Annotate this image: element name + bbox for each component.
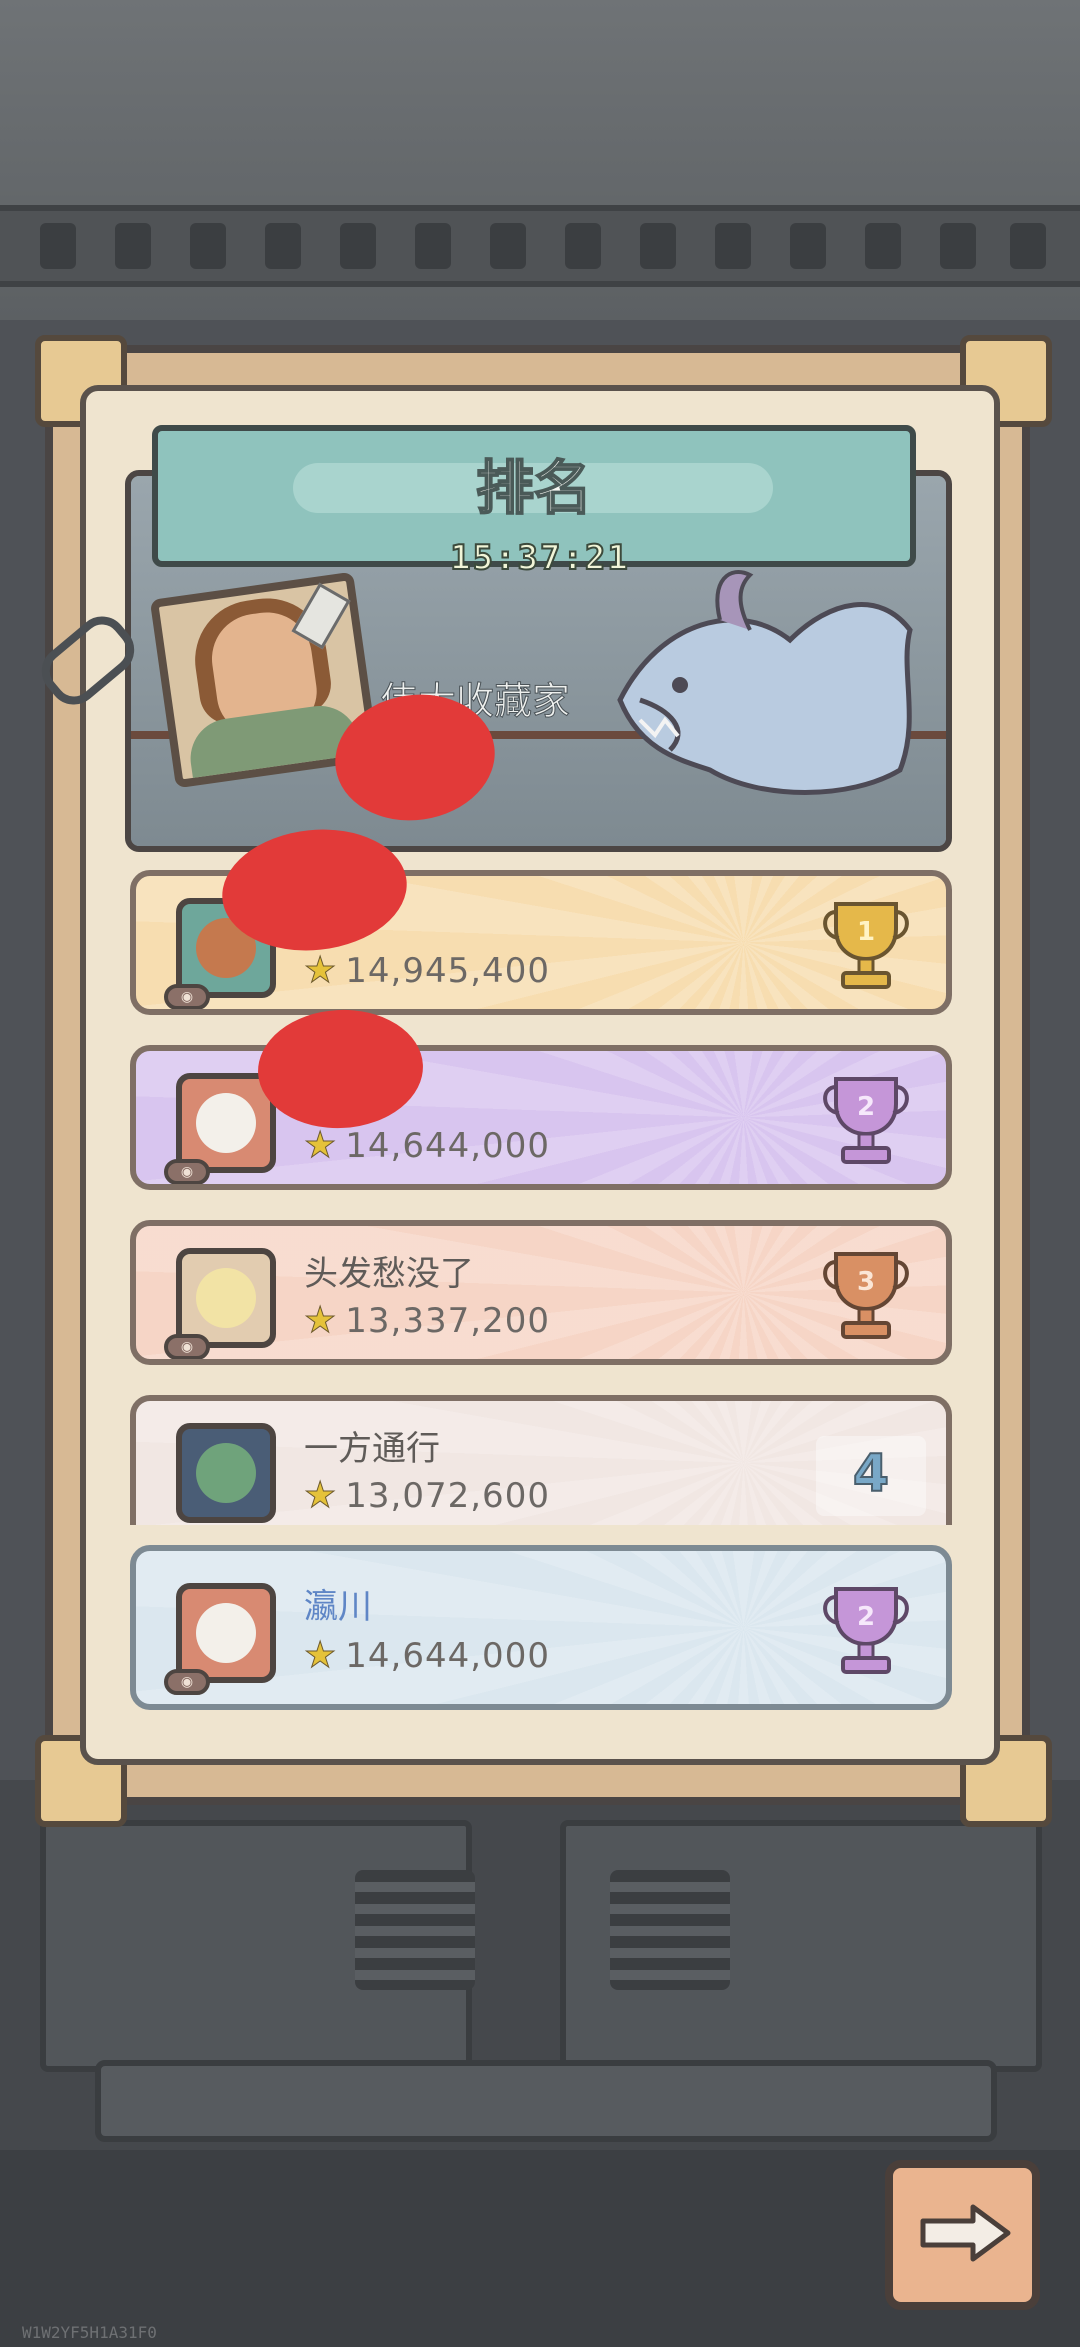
page-title: 排名 [475,453,593,523]
rank-number: 4 [852,1443,890,1505]
watermark: W1W2YF5H1A31F0 [22,2323,157,2342]
star-icon: ★ [303,1475,338,1517]
view-icon[interactable]: ◉ [164,1159,210,1184]
bronze-trophy-icon: 3 [823,1252,909,1339]
rank-number: 2 [857,1602,875,1632]
background-vent [355,1870,475,1990]
view-icon[interactable]: ◉ [164,1334,210,1359]
score-value: 14,945,400 [345,951,550,991]
gold-trophy-icon: 1 [823,902,909,989]
player-avatar[interactable] [176,1423,276,1523]
dragon-illustration [617,570,913,795]
star-icon: ★ [303,950,338,992]
view-icon[interactable]: ◉ [164,984,210,1009]
background-shelf [0,205,1080,287]
my-ranking-row[interactable]: ◉ 瀛川 ★ 14,644,000 2 [130,1545,952,1710]
rank-number: 1 [857,917,875,947]
player-score: ★ 14,644,000 [303,1125,550,1167]
star-icon: ★ [303,1300,338,1342]
background-rail [95,2060,997,2142]
player-score: ★ 13,072,600 [303,1475,550,1517]
player-avatar[interactable] [176,1583,276,1683]
star-icon: ★ [303,1635,338,1677]
purple-trophy-icon: 2 [823,1077,909,1164]
score-value: 13,072,600 [345,1476,550,1516]
player-name: 头发愁没了 [304,1254,474,1294]
background-vent [610,1870,730,1990]
view-icon[interactable]: ◉ [164,1669,210,1695]
ranking-row-3[interactable]: ◉ 头发愁没了 ★ 13,337,200 3 [130,1220,952,1365]
score-value: 14,644,000 [345,1126,550,1166]
ranking-row-4[interactable]: 一方通行 ★ 13,072,600 4 [130,1395,952,1525]
arrow-right-icon [920,2204,1011,2262]
rank-number: 2 [857,1092,875,1122]
player-score: ★ 14,945,400 [303,950,550,992]
score-value: 14,644,000 [345,1636,550,1676]
my-player-score: ★ 14,644,000 [303,1635,550,1677]
rank-number: 3 [857,1267,875,1297]
next-button[interactable] [885,2160,1040,2310]
player-name: 一方通行 [304,1429,440,1469]
score-value: 13,337,200 [345,1301,550,1341]
player-avatar[interactable] [176,1248,276,1348]
rank-badge: 4 [816,1436,926,1516]
purple-trophy-icon: 2 [823,1587,909,1674]
countdown-timer: 15:37:21 [449,537,630,579]
ranking-row-2[interactable]: ◉ ★ 14,644,000 2 [130,1045,952,1190]
player-score: ★ 13,337,200 [303,1300,550,1342]
my-player-name: 瀛川 [304,1587,372,1627]
star-icon: ★ [303,1125,338,1167]
